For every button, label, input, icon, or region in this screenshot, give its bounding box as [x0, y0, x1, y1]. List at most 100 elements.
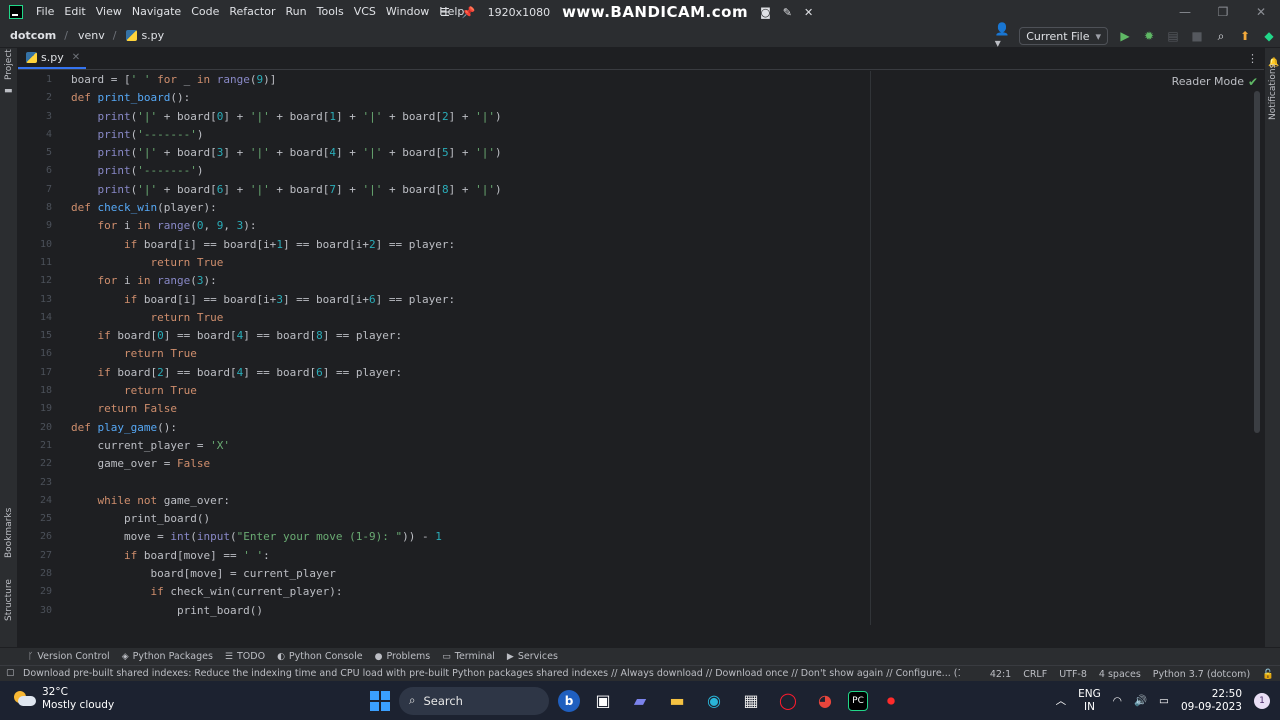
pencil-icon[interactable]: ✎: [783, 6, 792, 19]
line-number[interactable]: 13: [18, 291, 64, 309]
restore-icon[interactable]: ❐: [1204, 0, 1242, 24]
task-view-icon[interactable]: ▣: [589, 687, 617, 715]
debug-icon[interactable]: ✹: [1142, 29, 1156, 43]
code-line[interactable]: current_player = 'X': [71, 437, 1241, 455]
menu-vcs[interactable]: VCS: [349, 0, 381, 24]
line-number[interactable]: 29: [18, 583, 64, 601]
line-number[interactable]: 11: [18, 254, 64, 272]
file-explorer-icon[interactable]: ▬: [663, 687, 691, 715]
search-everywhere-icon[interactable]: ⌕: [1214, 29, 1228, 43]
menu-edit[interactable]: Edit: [59, 0, 90, 24]
line-number[interactable]: 8: [18, 199, 64, 217]
menu-code[interactable]: Code: [186, 0, 224, 24]
pycharm-taskbar-icon[interactable]: PC: [848, 690, 868, 711]
status-expand-icon[interactable]: ▢: [6, 668, 15, 678]
code-line[interactable]: if board[2] == board[4] == board[6] == p…: [71, 364, 1241, 382]
python-packages-tool[interactable]: ◈ Python Packages: [122, 651, 213, 662]
structure-tool-button[interactable]: Structure: [4, 579, 14, 621]
battery-icon[interactable]: ▭: [1159, 695, 1169, 707]
python-console-tool[interactable]: ◐ Python Console: [277, 651, 363, 662]
code-line[interactable]: print('-------'): [71, 162, 1241, 180]
editor-scrollbar[interactable]: [1254, 91, 1260, 433]
code-line[interactable]: return True: [71, 382, 1241, 400]
tab-s-py[interactable]: s.py ✕: [18, 47, 87, 69]
indent-setting[interactable]: 4 spaces: [1099, 669, 1141, 680]
run-icon[interactable]: ▶: [1118, 29, 1132, 43]
line-number[interactable]: 28: [18, 565, 64, 583]
clock[interactable]: 22:50 09-09-2023: [1181, 688, 1242, 714]
todo-tool[interactable]: ☰ TODO: [225, 651, 265, 662]
code-line[interactable]: print_board(): [71, 510, 1241, 528]
jetbrains-icon[interactable]: ◆: [1262, 29, 1276, 43]
menu-view[interactable]: View: [91, 0, 127, 24]
code-line[interactable]: [71, 474, 1241, 492]
weather-widget[interactable]: 32°C Mostly cloudy: [14, 686, 114, 712]
line-number[interactable]: 14: [18, 309, 64, 327]
line-number[interactable]: 26: [18, 528, 64, 546]
window-close-icon[interactable]: ✕: [1242, 0, 1280, 24]
chrome-icon[interactable]: ◕: [811, 687, 839, 715]
menu-navigate[interactable]: Navigate: [127, 0, 186, 24]
bookmarks-tool-button[interactable]: Bookmarks: [4, 508, 14, 558]
updates-icon[interactable]: ⬆: [1238, 29, 1252, 43]
line-number[interactable]: 23: [18, 474, 64, 492]
line-number[interactable]: 19: [18, 400, 64, 418]
menu-window[interactable]: Window: [381, 0, 434, 24]
line-number[interactable]: 24: [18, 492, 64, 510]
hamburger-icon[interactable]: ☰: [440, 6, 450, 19]
code-line[interactable]: return True: [71, 345, 1241, 363]
code-line[interactable]: if check_win(current_player):: [71, 583, 1241, 601]
reader-mode-toggle[interactable]: Reader Mode: [1172, 75, 1244, 88]
code-line[interactable]: game_over = False: [71, 455, 1241, 473]
line-number[interactable]: 6: [18, 162, 64, 180]
run-configuration-select[interactable]: Current File ▾: [1019, 27, 1108, 45]
menu-tools[interactable]: Tools: [312, 0, 349, 24]
line-number[interactable]: 17: [18, 364, 64, 382]
code-line[interactable]: while not game_over:: [71, 492, 1241, 510]
status-message[interactable]: Download pre-built shared indexes: Reduc…: [0, 668, 960, 679]
code-line[interactable]: if board[0] == board[4] == board[8] == p…: [71, 327, 1241, 345]
stop-icon[interactable]: ■: [1190, 29, 1204, 43]
code-line[interactable]: for i in range(3):: [71, 272, 1241, 290]
line-separator[interactable]: CRLF: [1023, 669, 1047, 680]
code-line[interactable]: board[move] = current_player: [71, 565, 1241, 583]
line-number[interactable]: 4: [18, 126, 64, 144]
menu-run[interactable]: Run: [281, 0, 312, 24]
caret-position[interactable]: 42:1: [990, 669, 1011, 680]
minimize-icon[interactable]: —: [1166, 0, 1204, 24]
line-number[interactable]: 15: [18, 327, 64, 345]
pin-icon[interactable]: 📌: [462, 6, 476, 19]
code-line[interactable]: move = int(input("Enter your move (1-9):…: [71, 528, 1241, 546]
edge-icon[interactable]: ◉: [700, 687, 728, 715]
problems-tool[interactable]: ● Problems: [375, 651, 431, 662]
folder-icon[interactable]: ▬: [4, 86, 13, 96]
code-line[interactable]: for i in range(0, 9, 3):: [71, 217, 1241, 235]
bing-icon[interactable]: b: [558, 689, 580, 712]
code-line[interactable]: if board[move] == ' ':: [71, 547, 1241, 565]
start-button[interactable]: [370, 690, 390, 711]
terminal-tool[interactable]: ▭ Terminal: [442, 651, 495, 662]
code-line[interactable]: print('|' + board[6] + '|' + board[7] + …: [71, 181, 1241, 199]
code-line[interactable]: return True: [71, 309, 1241, 327]
wifi-icon[interactable]: ◠: [1113, 695, 1122, 707]
python-interpreter[interactable]: Python 3.7 (dotcom): [1153, 669, 1250, 680]
notification-center-icon[interactable]: 1: [1254, 692, 1270, 709]
code-line[interactable]: print_board(): [71, 602, 1241, 620]
line-number[interactable]: 3: [18, 108, 64, 126]
line-number[interactable]: 9: [18, 217, 64, 235]
line-number[interactable]: 5: [18, 144, 64, 162]
code-line[interactable]: print('|' + board[3] + '|' + board[4] + …: [71, 144, 1241, 162]
breadcrumb-project[interactable]: dotcom: [0, 29, 56, 42]
code-editor[interactable]: 1 2 3 4 5 6 7 8 9 10 11 12 13 14 15 16 17 18 19 20 21 22 23 24 2…: [18, 71, 1264, 625]
line-number[interactable]: 30: [18, 602, 64, 620]
volume-icon[interactable]: 🔊: [1134, 694, 1147, 707]
line-number[interactable]: 18: [18, 382, 64, 400]
project-tool-button[interactable]: Project: [4, 49, 14, 80]
close-icon[interactable]: ✕: [804, 6, 813, 19]
menu-refactor[interactable]: Refactor: [224, 0, 280, 24]
line-number[interactable]: 12: [18, 272, 64, 290]
camera-icon[interactable]: ◙: [760, 6, 771, 19]
menu-file[interactable]: File: [31, 0, 59, 24]
tab-close-icon[interactable]: ✕: [68, 52, 80, 63]
breadcrumb-file[interactable]: s.py: [116, 29, 164, 42]
